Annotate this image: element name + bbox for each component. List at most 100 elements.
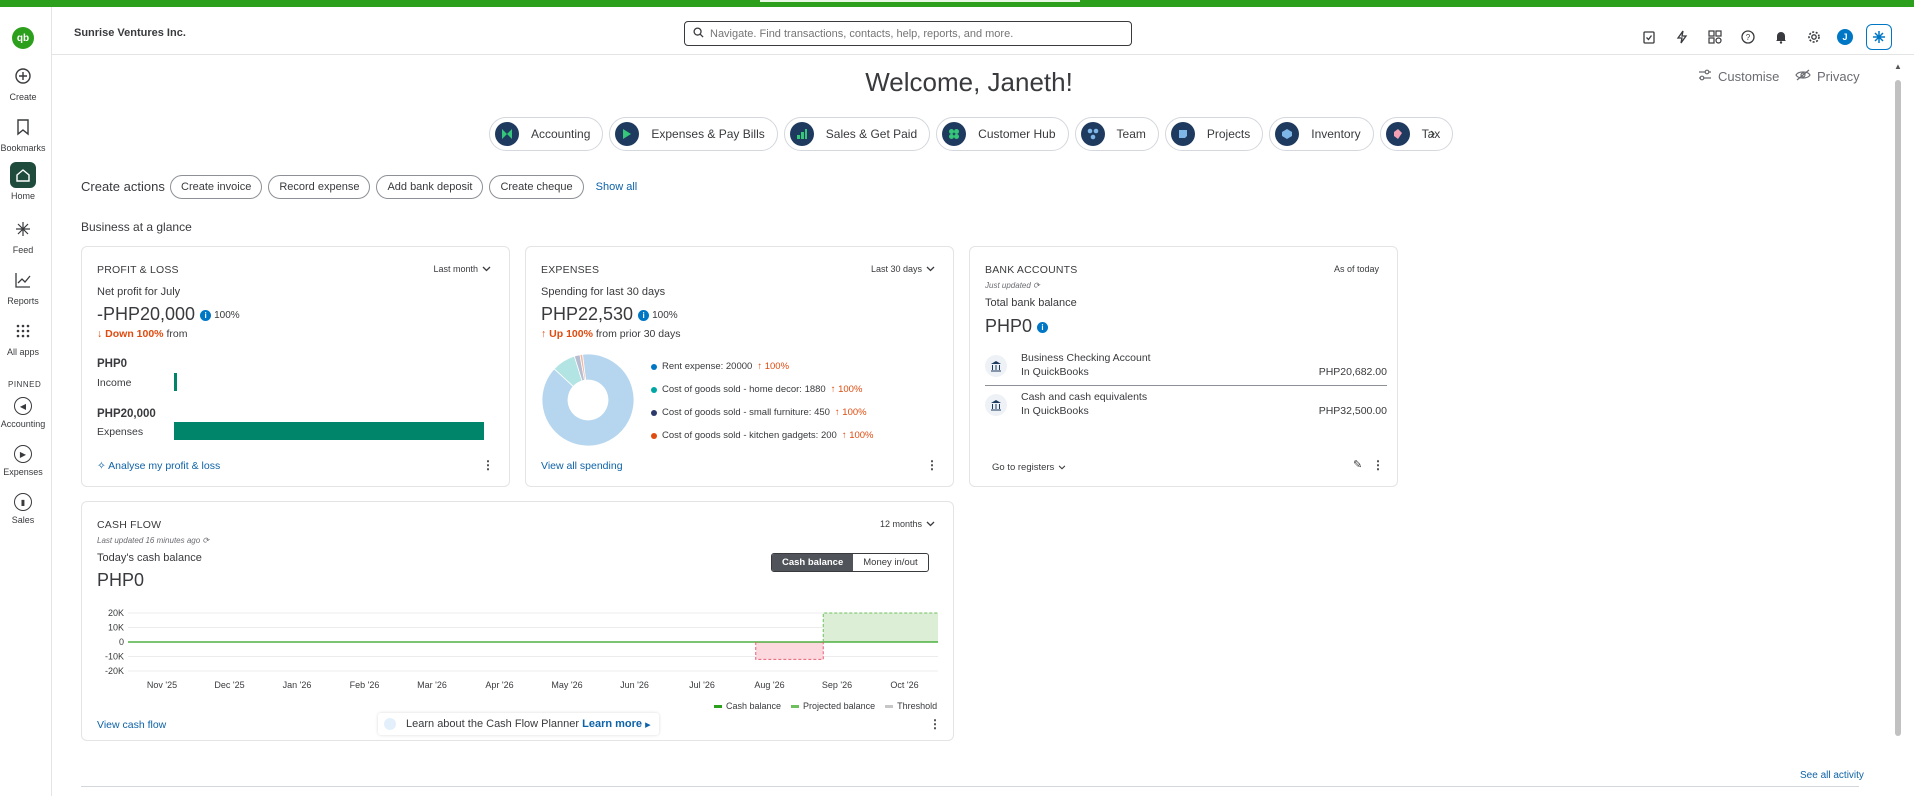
rail-all-apps[interactable]: All apps — [0, 318, 46, 357]
cash-flow-chart[interactable]: 20K 10K 0 -10K -20K Nov '25 Dec '25 Jan '26 Feb … — [82, 602, 955, 692]
legend-item[interactable]: Cost of goods sold - kitchen gadgets: 20… — [651, 430, 874, 441]
tab-expenses-pay-bills[interactable]: Expenses & Pay Bills — [609, 117, 778, 151]
registers-label: Go to registers — [992, 462, 1055, 473]
rail-reports[interactable]: Reports — [0, 267, 46, 306]
record-expense-button[interactable]: Record expense — [268, 175, 371, 199]
income-label: Income — [97, 377, 132, 389]
rail-bookmarks-label: Bookmarks — [0, 143, 46, 153]
bank-account-row[interactable]: Business Checking Account In QuickBooks … — [985, 352, 1387, 386]
help-icon[interactable]: ? — [1738, 27, 1758, 47]
refresh-icon[interactable]: ⟳ — [1033, 281, 1040, 290]
bank-account-row[interactable]: Cash and cash equivalents In QuickBooks … — [985, 391, 1387, 425]
link-label: Analyse my profit & loss — [108, 460, 221, 472]
page-scrollbar[interactable]: ▲ — [1893, 60, 1903, 736]
tab-accounting[interactable]: Accounting — [489, 117, 604, 151]
learn-more-link[interactable]: Learn more — [582, 718, 642, 730]
rail-create[interactable]: Create — [0, 63, 46, 102]
info-icon[interactable]: i — [200, 309, 212, 321]
rail-pinned-expenses[interactable]: ▶ Expenses — [0, 445, 46, 477]
rail-bookmarks[interactable]: Bookmarks — [0, 114, 46, 153]
expenses-delta: ↑ Up 100% from prior 30 days — [541, 328, 681, 340]
expenses-amount: PHP20,000 — [97, 408, 156, 420]
income-bar[interactable] — [174, 373, 177, 391]
privacy-button[interactable]: Privacy — [1795, 69, 1860, 84]
tab-team[interactable]: Team — [1074, 117, 1159, 151]
legend-label: Projected balance — [803, 701, 876, 711]
bank-updated: Just updated ⟳ — [985, 281, 1040, 290]
eye-off-icon — [1795, 69, 1811, 84]
pl-delta: ↓ Down 100% from — [97, 328, 187, 340]
gear-icon[interactable] — [1804, 27, 1824, 47]
chevron-right-icon[interactable]: › — [1430, 125, 1435, 143]
y-tick-label: 0 — [119, 637, 124, 647]
bookmark-icon — [10, 114, 36, 140]
go-to-registers-dropdown[interactable]: Go to registers — [992, 462, 1066, 473]
clipboard-check-icon[interactable] — [1639, 27, 1659, 47]
view-cash-flow-link[interactable]: View cash flow — [97, 719, 166, 731]
user-avatar[interactable]: J — [1837, 29, 1853, 45]
cash-balance-toggle[interactable]: Cash balance — [772, 554, 854, 571]
lightning-icon[interactable] — [1672, 27, 1692, 47]
money-in-out-toggle[interactable]: Money in/out — [853, 554, 927, 571]
view-all-spending-link[interactable]: View all spending — [541, 460, 623, 472]
search-input[interactable] — [710, 27, 1110, 40]
more-options-icon[interactable]: ⋮ — [482, 458, 494, 472]
info-icon[interactable]: i — [1037, 321, 1049, 333]
header-icons: ? J — [1639, 24, 1892, 50]
analyse-pl-link[interactable]: ✧ Analyse my profit & loss — [97, 460, 220, 472]
cashflow-range-dropdown[interactable]: 12 months — [880, 519, 935, 529]
refresh-icon[interactable]: ⟳ — [202, 536, 209, 545]
rail-pinned-accounting[interactable]: ◀ Accounting — [0, 397, 46, 429]
scrollbar-thumb[interactable] — [1895, 80, 1901, 736]
expenses-donut-chart[interactable] — [540, 352, 636, 448]
total-bank-amount: PHP0 i — [985, 316, 1049, 337]
expenses-bar[interactable] — [174, 422, 484, 440]
customise-button[interactable]: Customise — [1698, 69, 1779, 84]
total-value: PHP0 — [985, 316, 1033, 336]
rail-home[interactable]: Home — [0, 162, 46, 201]
range-label: Last 30 days — [870, 264, 922, 274]
legend-item[interactable]: Rent expense: 20000 ↑ 100% — [651, 361, 789, 372]
accounting-icon: ◀ — [14, 397, 32, 415]
rail-pinned-sales[interactable]: ▮ Sales — [0, 493, 46, 525]
pencil-icon[interactable]: ✎ — [1353, 458, 1362, 471]
create-cheque-button[interactable]: Create cheque — [489, 175, 584, 199]
add-bank-deposit-button[interactable]: Add bank deposit — [376, 175, 484, 199]
ai-assist-icon[interactable] — [1866, 24, 1892, 50]
tab-projects[interactable]: Projects — [1164, 117, 1264, 151]
tab-sales-get-paid[interactable]: Sales & Get Paid — [783, 117, 931, 151]
legend-item[interactable]: Cost of goods sold - home decor: 1880 ↑ 1… — [651, 384, 862, 395]
pl-range-dropdown[interactable]: Last month — [433, 264, 491, 274]
scroll-up-icon[interactable]: ▲ — [1894, 62, 1902, 71]
company-name[interactable]: Sunrise Ventures Inc. — [74, 27, 186, 39]
bank-account-amount: PHP32,500.00 — [1318, 405, 1387, 417]
global-search[interactable] — [684, 21, 1132, 46]
tab-customer-hub[interactable]: Customer Hub — [936, 117, 1069, 151]
bank-account-source: In QuickBooks — [1021, 405, 1089, 417]
top-accent-bar — [0, 0, 1914, 7]
spending-amount-value: PHP22,530 — [541, 304, 634, 324]
bank-account-source: In QuickBooks — [1021, 366, 1089, 378]
more-options-icon[interactable]: ⋮ — [1372, 458, 1384, 472]
tab-inventory[interactable]: Inventory — [1269, 117, 1374, 151]
tab-tax[interactable]: Tax — [1379, 117, 1454, 151]
tax-icon — [1385, 122, 1410, 146]
spending-amount: PHP22,530 i 100% — [541, 304, 678, 325]
customer-hub-icon — [942, 122, 967, 146]
legend-label: Threshold — [897, 701, 938, 711]
create-invoice-button[interactable]: Create invoice — [170, 175, 263, 199]
bell-icon[interactable] — [1771, 27, 1791, 47]
more-options-icon[interactable]: ⋮ — [926, 458, 938, 472]
tab-label: Team — [1116, 127, 1146, 141]
rail-expenses-label: Expenses — [3, 467, 43, 477]
see-all-activity-link[interactable]: See all activity — [1800, 770, 1864, 781]
show-all-link[interactable]: Show all — [596, 181, 638, 193]
rail-feed[interactable]: Feed — [0, 216, 46, 255]
quickbooks-logo[interactable]: qb — [12, 27, 34, 49]
expenses-range-dropdown[interactable]: Last 30 days — [871, 264, 935, 274]
apps-switch-icon[interactable] — [1705, 27, 1725, 47]
info-icon[interactable]: i — [638, 309, 650, 321]
delta-suffix: from — [166, 328, 188, 340]
more-options-icon[interactable]: ⋮ — [929, 717, 941, 731]
legend-item[interactable]: Cost of goods sold - small furniture: 45… — [651, 407, 867, 418]
